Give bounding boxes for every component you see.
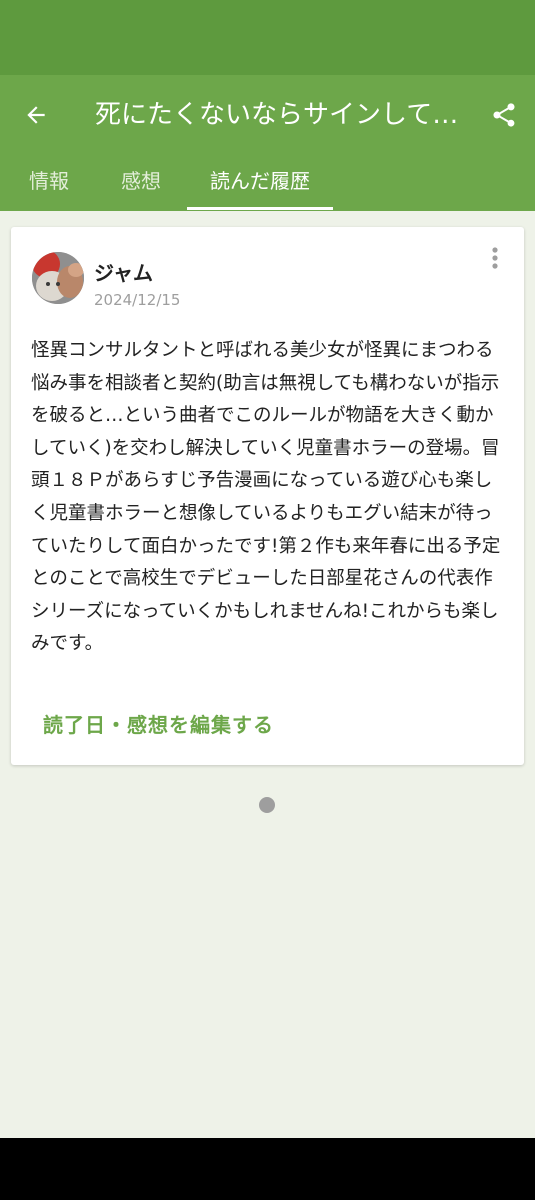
page-title: 死にたくないならサインして 怪異コンサルタント — [95, 100, 465, 130]
review-username: ジャム — [94, 261, 153, 285]
user-avatar-image — [32, 252, 84, 304]
tab-bar: 情報 感想 読んだ履歴 — [0, 157, 535, 211]
active-tab-indicator — [187, 207, 333, 210]
system-navigation-bar — [0, 1138, 535, 1200]
edit-review-button[interactable]: 読了日・感想を編集する — [43, 709, 274, 738]
review-card: ジャム 2024/12/15 怪異コンサルタントと呼ばれる美少女が怪異にまつわる… — [11, 227, 524, 765]
review-date: 2024/12/15 — [94, 291, 181, 309]
tab-reviews[interactable]: 感想 — [116, 157, 166, 207]
share-icon — [493, 103, 515, 127]
tab-info[interactable]: 情報 — [24, 157, 74, 207]
more-vert-icon — [492, 247, 498, 269]
review-text: 怪異コンサルタントと呼ばれる美少女が怪異にまつわる悩み事を相談者と契約(助言は無… — [31, 340, 501, 655]
back-button[interactable] — [14, 93, 58, 137]
app-bar: 死にたくないならサインして 怪異コンサルタント 情報 感想 読んだ履歴 — [0, 75, 535, 211]
status-bar — [0, 0, 535, 75]
avatar[interactable] — [32, 252, 84, 304]
more-options-button[interactable] — [481, 242, 509, 274]
share-button[interactable] — [482, 93, 526, 137]
arrow-left-icon — [27, 106, 45, 124]
page-indicator-dot — [259, 797, 275, 813]
tab-read-history[interactable]: 読んだ履歴 — [187, 157, 333, 207]
